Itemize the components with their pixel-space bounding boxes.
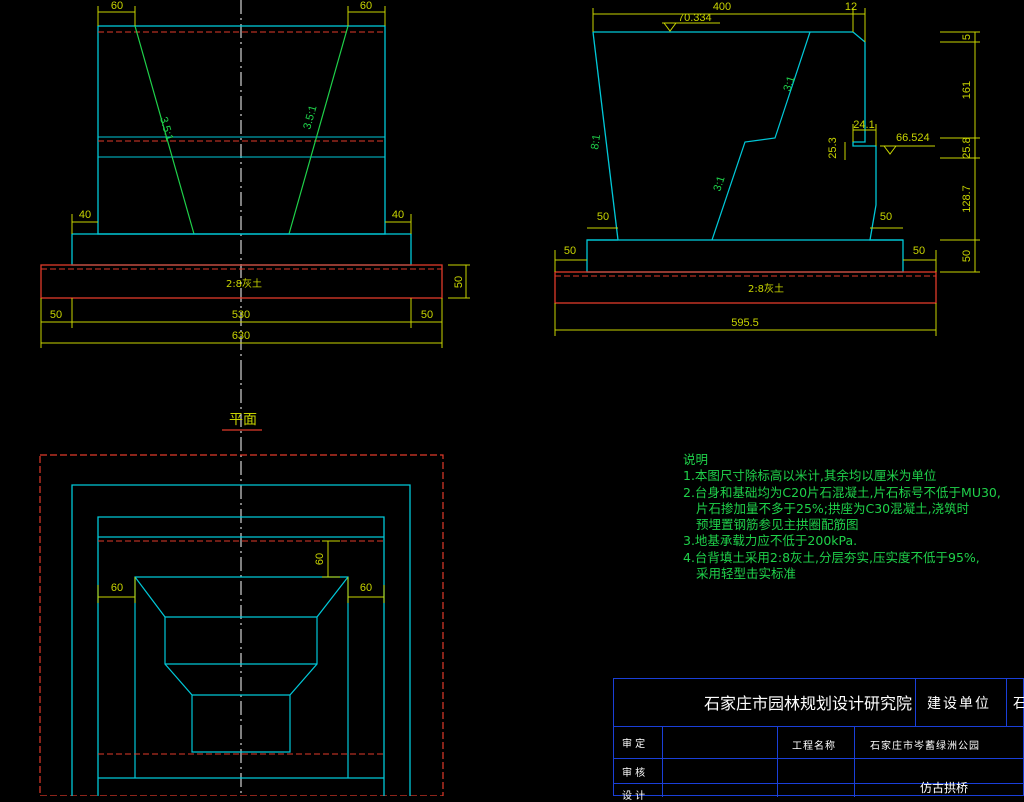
tb-divider xyxy=(662,726,663,797)
dim-text: 5 xyxy=(961,34,973,40)
dim-text: 630 xyxy=(232,330,250,342)
plan-label: 平面 xyxy=(229,412,257,428)
note-line: 片石掺加量不多于25%;拱座为C30混凝土,浇筑时 xyxy=(696,500,970,516)
inner-slope xyxy=(711,31,811,241)
elevation-marker xyxy=(662,22,935,155)
row-review: 审 核 xyxy=(622,768,646,779)
fill-label: 2:8灰土 xyxy=(226,277,262,290)
note-line: 预埋置钢筋参见主拱圈配筋图 xyxy=(696,517,859,533)
left-section-view: 3.5:1 3.5:1 2:8灰土 60 60 40 40 50 530 50 xyxy=(40,0,470,380)
project-value: 石家庄市岑蓄绿洲公园 xyxy=(870,741,980,752)
slope-label: 3:1 xyxy=(711,175,727,193)
dim-text: 50 xyxy=(453,276,465,288)
abutment-drawing: 3.5:1 3.5:1 2:8灰土 60 60 40 40 50 530 50 xyxy=(39,0,980,796)
dim-text: 25.3 xyxy=(827,137,839,158)
title-block: 石家庄市园林规划设计研究院 建设单位 石 审 定 审 核 设 计 工程名称 石家… xyxy=(613,678,1024,802)
slope-label: 8:1 xyxy=(589,134,603,151)
dim-text: 50 xyxy=(564,245,576,257)
dim-text: 60 xyxy=(360,0,372,12)
dim-text: 50 xyxy=(50,309,62,321)
dim-text: 12 xyxy=(845,1,857,13)
slope-label-left: 3.5:1 xyxy=(157,116,175,143)
dim-text: 530 xyxy=(232,309,250,321)
dim-right xyxy=(940,31,980,273)
tb-divider xyxy=(614,726,1024,727)
note-line: 1.本图尺寸除标高以米计,其余均以厘米为单位 xyxy=(683,468,937,484)
dim-text: 24.1 xyxy=(853,119,874,131)
client-value: 石 xyxy=(1013,696,1024,712)
tb-divider xyxy=(777,726,778,797)
tb-divider xyxy=(854,726,855,797)
dim-top xyxy=(592,8,877,160)
row-approve: 审 定 xyxy=(622,739,646,750)
dim-text: 60 xyxy=(314,553,326,565)
note-line: 3.地基承载力应不低于200kPa. xyxy=(683,533,858,549)
dim-text: 60 xyxy=(111,582,123,594)
dim-text: 25.8 xyxy=(961,137,973,158)
tb-divider xyxy=(614,758,1024,759)
footing xyxy=(586,239,904,273)
fill-label: 2:8灰土 xyxy=(748,282,784,295)
right-section-view: 2:8灰土 8:1 3:1 3:1 70.334 66.524 400 12 2… xyxy=(554,1,980,336)
note-line: 采用轻型击实标准 xyxy=(696,566,797,582)
dim-text: 50 xyxy=(961,250,973,262)
dim-text: 161 xyxy=(961,81,973,99)
dim-text: 60 xyxy=(360,582,372,594)
dim-text: 595.5 xyxy=(731,317,759,329)
dim-text: 400 xyxy=(713,1,731,13)
dim-text: 60 xyxy=(111,0,123,12)
note-line: 2.台身和基础均为C20片石混凝土,片石标号不低于MU30, xyxy=(683,484,1001,500)
slope-line-right xyxy=(288,25,349,235)
notes: 说明 1.本图尺寸除标高以米计,其余均以厘米为单位 2.台身和基础均为C20片石… xyxy=(683,452,1001,582)
elevation-text: 66.524 xyxy=(896,132,930,144)
dim-text: 50 xyxy=(421,309,433,321)
note-line: 4.台背填土采用2:8灰土,分层夯实,压实度不低于95%, xyxy=(683,549,980,565)
lime-soil-base xyxy=(554,271,937,304)
dim-text: 40 xyxy=(392,209,404,221)
dim-text: 128.7 xyxy=(961,185,973,213)
dim-text: 40 xyxy=(79,209,91,221)
slope-label-right: 3.5:1 xyxy=(301,104,319,131)
notes-heading: 说明 xyxy=(683,452,709,467)
dim-text: 50 xyxy=(597,211,609,223)
client-label: 建设单位 xyxy=(927,696,991,712)
dim-text: 50 xyxy=(913,245,925,257)
drawing-title: 仿古拱桥 xyxy=(920,781,969,795)
project-label: 工程名称 xyxy=(792,741,836,752)
dim-text: 50 xyxy=(880,211,892,223)
abutment-outline xyxy=(593,31,903,241)
tb-divider xyxy=(1006,679,1007,726)
plan-view: 平面 60 60 60 xyxy=(39,365,444,796)
tb-divider xyxy=(915,679,916,726)
row-design: 设 计 xyxy=(622,791,646,802)
dim-bottom xyxy=(40,264,470,348)
institute-name: 石家庄市园林规划设计研究院 xyxy=(704,694,913,713)
